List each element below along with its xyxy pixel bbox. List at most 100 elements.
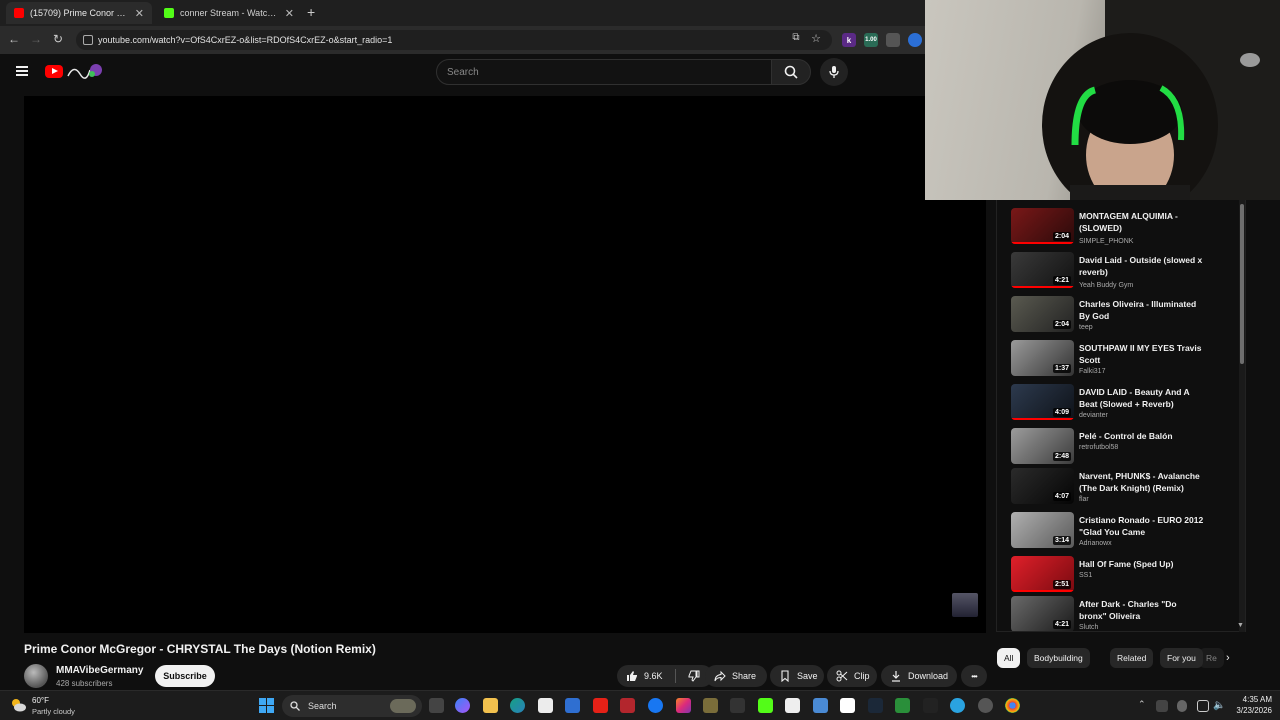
video-thumbnail[interactable]: 2:04 (1011, 208, 1074, 244)
list-item[interactable]: 4:09 DAVID LAID - Beauty And A Beat (Slo… (1011, 384, 1241, 424)
like-button[interactable]: 9.6K (626, 670, 663, 682)
channel-name[interactable]: teep (1079, 324, 1093, 331)
extension-speed-icon[interactable]: 1.00 (864, 33, 878, 47)
microphone-icon[interactable] (1177, 700, 1187, 712)
close-tab-icon[interactable]: ✕ (285, 7, 294, 20)
extension-k-icon[interactable]: k (842, 33, 856, 47)
subscribe-button[interactable]: Subscribe (155, 665, 215, 687)
windows-start-icon[interactable] (259, 698, 274, 713)
netflix-icon[interactable] (620, 698, 635, 713)
chip-recently[interactable]: Re (1199, 648, 1224, 668)
network-icon[interactable] (1197, 700, 1209, 712)
channel-avatar[interactable] (24, 664, 48, 688)
tray-app-icon[interactable] (1156, 700, 1168, 712)
channel-watermark-icon[interactable] (952, 593, 978, 617)
clock-time[interactable]: 4:35 AM (1228, 695, 1272, 704)
channel-name[interactable]: Adrianowx (1079, 540, 1112, 547)
store-icon[interactable] (538, 698, 553, 713)
video-thumbnail[interactable]: 2:48 (1011, 428, 1074, 464)
video-title[interactable]: Narvent, PHUNK$ - Avalanche (The Dark Kn… (1079, 470, 1205, 494)
list-item[interactable]: 2:48 Pelé - Control de Balón retrofutbol… (1011, 428, 1241, 468)
video-title[interactable]: Charles Oliveira - Illuminated By God (1079, 298, 1205, 322)
copilot-icon[interactable] (455, 698, 470, 713)
menu-hamburger-icon[interactable] (16, 66, 28, 76)
kick-app-icon[interactable] (758, 698, 773, 713)
video-title[interactable]: David Laid - Outside (slowed x reverb) (1079, 254, 1205, 278)
video-title[interactable]: Hall Of Fame (Sped Up) (1079, 558, 1205, 570)
scroll-down-arrow-icon[interactable]: ▼ (1237, 622, 1244, 629)
video-thumbnail[interactable]: 4:07 (1011, 468, 1074, 504)
video-thumbnail[interactable]: 2:04 (1011, 296, 1074, 332)
save-button[interactable]: Save (770, 665, 824, 687)
new-tab-button[interactable]: + (307, 4, 315, 20)
address-bar[interactable]: youtube.com/watch?v=OfS4CxrEZ-o&list=RDO… (76, 30, 832, 50)
channel-name[interactable]: MMAVibeGermany (56, 665, 143, 676)
channel-name[interactable]: SS1 (1079, 572, 1092, 579)
list-item[interactable]: 4:21 After Dark - Charles "Do bronx" Oli… (1011, 596, 1241, 631)
app-grid-icon[interactable] (703, 698, 718, 713)
list-item[interactable]: 4:21 David Laid - Outside (slowed x reve… (1011, 252, 1241, 292)
channel-name[interactable]: Yeah Buddy Gym (1079, 282, 1133, 289)
chrome-icon[interactable] (1005, 698, 1020, 713)
volume-icon[interactable]: 🔈 (1213, 700, 1225, 712)
telegram-icon[interactable] (950, 698, 965, 713)
extension-blue-icon[interactable] (908, 33, 922, 47)
system-tray-chevron-icon[interactable]: ⌃ (1138, 699, 1146, 710)
video-title[interactable]: SOUTHPAW II MY EYES Travis Scott (1079, 342, 1205, 366)
list-item[interactable]: 2:51 Hall Of Fame (Sped Up) SS1 (1011, 556, 1241, 596)
channel-name[interactable]: Slutch (1079, 624, 1098, 631)
channel-name[interactable]: SIMPLE_PHONK (1079, 238, 1133, 245)
video-thumbnail[interactable]: 4:21 (1011, 596, 1074, 631)
weather-condition[interactable]: Partly cloudy (32, 707, 75, 716)
chip-for-you[interactable]: For you (1160, 648, 1203, 668)
channel-name[interactable]: flar (1079, 496, 1089, 503)
close-tab-icon[interactable]: ✕ (135, 7, 144, 20)
download-button[interactable]: Download (881, 665, 957, 687)
search-button[interactable] (771, 59, 811, 85)
tab-youtube[interactable]: (15709) Prime Conor McGregor ✕ (6, 2, 152, 24)
app-snow-icon[interactable] (813, 698, 828, 713)
channel-name[interactable]: retrofutbol58 (1079, 444, 1118, 451)
partly-cloudy-icon[interactable] (10, 698, 26, 712)
youtube-doodle-icon[interactable] (66, 62, 104, 80)
video-title[interactable]: Cristiano Ronado - EURO 2012 "Glad You C… (1079, 514, 1205, 538)
install-app-icon[interactable]: ⧉ (788, 32, 804, 43)
list-item[interactable]: 1:37 SOUTHPAW II MY EYES Travis Scott Fa… (1011, 340, 1241, 380)
tiktok-icon[interactable] (840, 698, 855, 713)
epic-games-icon[interactable] (923, 698, 938, 713)
steam-icon[interactable] (868, 698, 883, 713)
video-title[interactable]: MONTAGEM ALQUIMIA - (SLOWED) (1079, 210, 1205, 234)
dislike-button[interactable] (682, 670, 700, 682)
list-item[interactable]: 2:04 Charles Oliveira - Illuminated By G… (1011, 296, 1241, 336)
app-chevron-icon[interactable] (730, 698, 745, 713)
more-actions-button[interactable]: ••• (961, 665, 987, 687)
sidebar-scrollbar-thumb[interactable] (1240, 204, 1244, 364)
video-thumbnail[interactable]: 4:09 (1011, 384, 1074, 420)
amazon-icon[interactable] (785, 698, 800, 713)
video-thumbnail[interactable]: 2:51 (1011, 556, 1074, 592)
tab-kick[interactable]: conner Stream - Watch Live on ✕ (156, 2, 302, 24)
xbox-icon[interactable] (895, 698, 910, 713)
taskbar-search-box[interactable]: Search (282, 695, 422, 717)
forward-arrow-icon[interactable]: → (28, 32, 44, 46)
bookmark-star-icon[interactable]: ☆ (808, 32, 824, 45)
reload-icon[interactable]: ↻ (50, 32, 66, 46)
back-arrow-icon[interactable]: ← (6, 32, 22, 46)
video-thumbnail[interactable]: 4:21 (1011, 252, 1074, 288)
channel-name[interactable]: Falki317 (1079, 368, 1105, 375)
chevron-right-icon[interactable]: › (1226, 652, 1230, 664)
chip-related[interactable]: Related (1110, 648, 1154, 668)
list-item[interactable]: 3:14 Cristiano Ronado - EURO 2012 "Glad … (1011, 512, 1241, 552)
mail-icon[interactable] (565, 698, 580, 713)
settings-gear-icon[interactable] (978, 698, 993, 713)
video-thumbnail[interactable]: 3:14 (1011, 512, 1074, 548)
extension-puzzle-icon[interactable] (886, 33, 900, 47)
youtube-logo-icon[interactable] (45, 65, 63, 78)
clock-date[interactable]: 3/23/2026 (1228, 706, 1272, 715)
chip-bodybuilding[interactable]: Bodybuilding (1027, 648, 1090, 668)
voice-search-button[interactable] (820, 58, 848, 86)
youtube-app-icon[interactable] (593, 698, 608, 713)
file-explorer-icon[interactable] (483, 698, 498, 713)
site-info-icon[interactable] (83, 35, 93, 45)
list-item[interactable]: 4:07 Narvent, PHUNK$ - Avalanche (The Da… (1011, 468, 1241, 508)
